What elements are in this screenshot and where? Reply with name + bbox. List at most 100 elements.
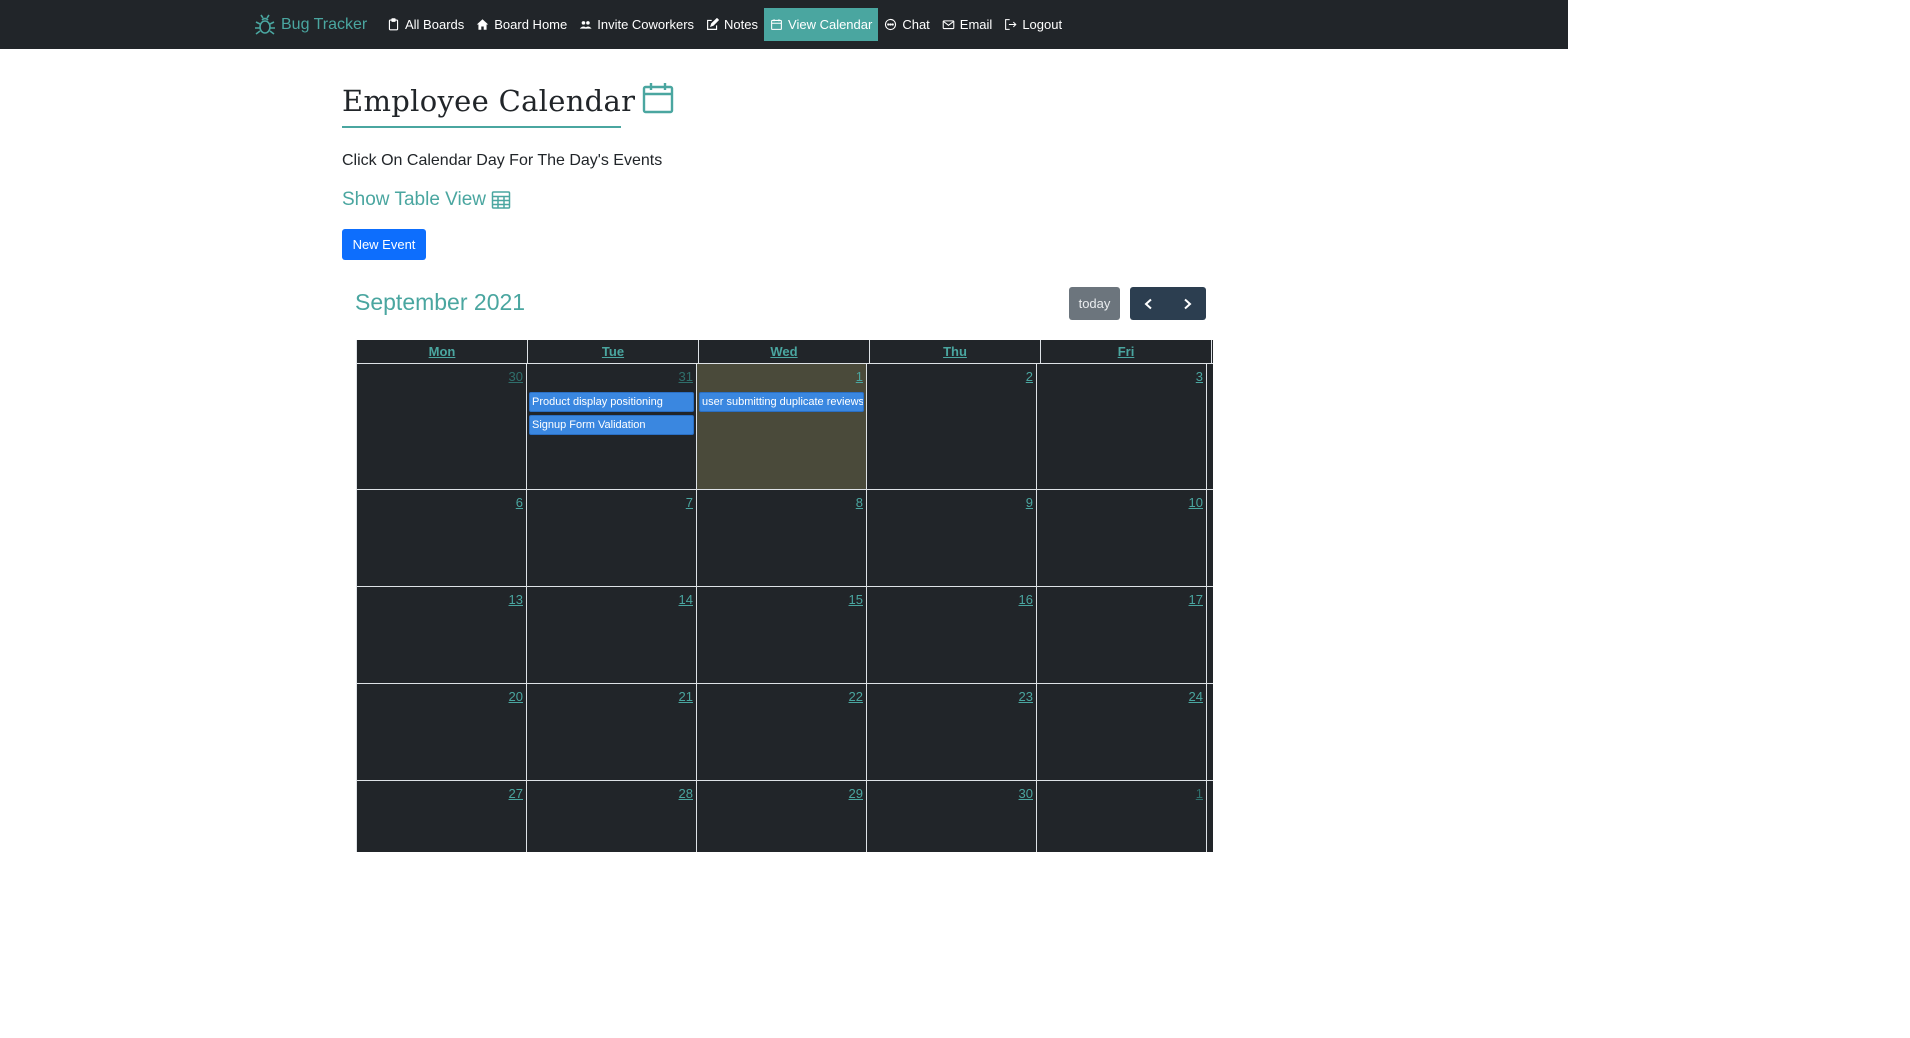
day-number[interactable]: 10 xyxy=(1189,495,1203,510)
day-number[interactable]: 9 xyxy=(1026,495,1033,510)
prev-month-button[interactable] xyxy=(1130,287,1168,320)
calendar-day[interactable]: 3 xyxy=(1037,364,1207,489)
calendar-week-row: 20 21 22 23 24 xyxy=(357,684,1213,781)
pencil-square-icon xyxy=(706,18,720,31)
nav-email[interactable]: Email xyxy=(936,8,999,41)
nav-invite-coworkers[interactable]: Invite Coworkers xyxy=(573,8,700,41)
calendar-day[interactable]: 8 xyxy=(697,490,867,586)
day-number[interactable]: 13 xyxy=(509,592,523,607)
day-number[interactable]: 21 xyxy=(679,689,693,704)
weekday-tue[interactable]: Tue xyxy=(528,340,699,363)
nav-chat-label: Chat xyxy=(902,17,930,32)
day-events: user submitting duplicate reviews xyxy=(699,392,864,415)
calendar-icon xyxy=(770,18,783,31)
calendar-day[interactable]: 20 xyxy=(357,684,527,780)
calendar-event[interactable]: Product display positioning xyxy=(529,392,694,412)
day-number[interactable]: 3 xyxy=(1196,369,1203,384)
calendar-day[interactable]: 15 xyxy=(697,587,867,683)
weekday-header: Mon Tue Wed Thu Fri xyxy=(357,340,1213,364)
new-event-button[interactable]: New Event xyxy=(342,229,426,260)
page-title-text: Employee Calendar xyxy=(342,83,636,118)
show-table-view-link[interactable]: Show Table View xyxy=(342,189,511,211)
day-number[interactable]: 27 xyxy=(509,786,523,801)
nav-email-label: Email xyxy=(959,17,993,32)
day-number[interactable]: 14 xyxy=(679,592,693,607)
calendar-day[interactable]: 10 xyxy=(1037,490,1207,586)
weekday-thu[interactable]: Thu xyxy=(870,340,1041,363)
day-number[interactable]: 28 xyxy=(679,786,693,801)
calendar-week-row: 30 31 Product display positioning Signup Fo… xyxy=(357,364,1213,490)
brand-link[interactable]: Bug Tracker xyxy=(253,12,367,38)
calendar-day[interactable]: 17 xyxy=(1037,587,1207,683)
calendar-day[interactable]: 2 xyxy=(867,364,1037,489)
calendar-day-today[interactable]: 1 user submitting duplicate reviews xyxy=(697,364,867,489)
day-number[interactable]: 1 xyxy=(1196,786,1203,801)
show-table-view-label: Show Table View xyxy=(342,189,487,210)
calendar-event[interactable]: Signup Form Validation xyxy=(529,415,694,435)
calendar-day[interactable]: 9 xyxy=(867,490,1037,586)
nav-notes[interactable]: Notes xyxy=(700,8,764,41)
day-number[interactable]: 31 xyxy=(679,369,693,384)
calendar-day[interactable]: 1 xyxy=(1037,781,1207,852)
chat-icon xyxy=(884,18,897,31)
calendar-day[interactable]: 22 xyxy=(697,684,867,780)
chevron-left-icon xyxy=(1144,298,1152,309)
nav-notes-label: Notes xyxy=(724,17,759,32)
calendar-event[interactable]: user submitting duplicate reviews xyxy=(699,392,864,412)
calendar-day[interactable]: 24 xyxy=(1037,684,1207,780)
nav-board-home[interactable]: Board Home xyxy=(470,8,573,41)
envelope-icon xyxy=(942,18,955,31)
nav-all-boards-label: All Boards xyxy=(405,17,465,32)
day-number[interactable]: 1 xyxy=(856,369,863,384)
clipboard-icon xyxy=(387,18,400,31)
page-title: Employee Calendar xyxy=(342,80,674,121)
day-number[interactable]: 20 xyxy=(509,689,523,704)
logout-icon xyxy=(1004,18,1017,31)
calendar-day[interactable]: 31 Product display positioning Signup Form… xyxy=(527,364,697,489)
top-navbar: Bug Tracker All Boards Board Home Invite… xyxy=(0,0,1568,49)
day-number[interactable]: 30 xyxy=(509,369,523,384)
calendar-month-title: September 2021 xyxy=(355,289,526,315)
calendar-day[interactable]: 7 xyxy=(527,490,697,586)
nav-view-calendar[interactable]: View Calendar xyxy=(764,8,879,41)
calendar-day[interactable]: 13 xyxy=(357,587,527,683)
nav-menu: All Boards Board Home Invite Coworkers N… xyxy=(381,8,1068,41)
day-number[interactable]: 2 xyxy=(1026,369,1033,384)
calendar-day[interactable]: 30 xyxy=(867,781,1037,852)
day-number[interactable]: 8 xyxy=(856,495,863,510)
day-number[interactable]: 24 xyxy=(1189,689,1203,704)
day-events: Product display positioning Signup Form V… xyxy=(529,392,694,438)
calendar-day[interactable]: 21 xyxy=(527,684,697,780)
day-number[interactable]: 7 xyxy=(686,495,693,510)
calendar-day[interactable]: 16 xyxy=(867,587,1037,683)
day-number[interactable]: 22 xyxy=(849,689,863,704)
calendar-day[interactable]: 28 xyxy=(527,781,697,852)
day-number[interactable]: 15 xyxy=(849,592,863,607)
calendar-day[interactable]: 14 xyxy=(527,587,697,683)
day-number[interactable]: 17 xyxy=(1189,592,1203,607)
calendar-day[interactable]: 23 xyxy=(867,684,1037,780)
people-icon xyxy=(579,18,592,31)
nav-board-home-label: Board Home xyxy=(494,17,568,32)
nav-all-boards[interactable]: All Boards xyxy=(381,8,470,41)
nav-logout[interactable]: Logout xyxy=(998,8,1068,41)
day-number[interactable]: 6 xyxy=(516,495,523,510)
weekday-mon[interactable]: Mon xyxy=(357,340,528,363)
day-number[interactable]: 29 xyxy=(849,786,863,801)
calendar-day[interactable]: 6 xyxy=(357,490,527,586)
weekday-wed[interactable]: Wed xyxy=(699,340,870,363)
day-number[interactable]: 16 xyxy=(1019,592,1033,607)
calendar-icon xyxy=(642,82,674,121)
calendar-day[interactable]: 27 xyxy=(357,781,527,852)
nav-chat[interactable]: Chat xyxy=(878,8,935,41)
today-button[interactable]: today xyxy=(1069,287,1120,320)
day-number[interactable]: 23 xyxy=(1019,689,1033,704)
day-number[interactable]: 30 xyxy=(1019,786,1033,801)
next-month-button[interactable] xyxy=(1168,287,1206,320)
brand-name: Bug Tracker xyxy=(281,16,368,33)
calendar-day[interactable]: 29 xyxy=(697,781,867,852)
nav-view-calendar-label: View Calendar xyxy=(788,17,873,32)
calendar-day[interactable]: 30 xyxy=(357,364,527,489)
weekday-fri[interactable]: Fri xyxy=(1041,340,1212,363)
calendar-week-row: 13 14 15 16 17 xyxy=(357,587,1213,684)
